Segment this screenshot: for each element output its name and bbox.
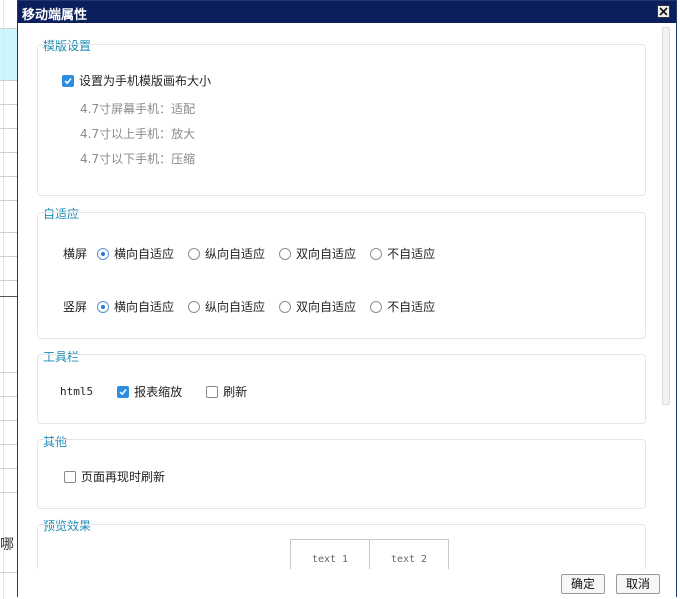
template-panel bbox=[37, 44, 646, 196]
option-label: 不自适应 bbox=[387, 300, 436, 314]
other-row[interactable]: 页面再现时刷新 bbox=[64, 468, 165, 485]
grid-line bbox=[0, 468, 18, 469]
radio-button[interactable] bbox=[279, 247, 292, 260]
adaptive-panel bbox=[37, 212, 646, 339]
grid-line bbox=[0, 200, 18, 201]
landscape-option-none[interactable]: 不自适应 bbox=[370, 245, 435, 262]
portrait-option-vertical[interactable]: 纵向自适应 bbox=[188, 298, 265, 315]
background-sheet-strip: 哪 bbox=[0, 0, 18, 599]
portrait-option-none[interactable]: 不自适应 bbox=[370, 298, 435, 315]
reload-on-show-checkbox[interactable] bbox=[64, 470, 76, 483]
ok-button[interactable]: 确定 bbox=[561, 574, 605, 594]
background-cell-text: 哪 bbox=[0, 537, 14, 553]
radio-button[interactable] bbox=[188, 247, 201, 260]
radio-button[interactable] bbox=[188, 300, 201, 313]
portrait-label: 竖屏 bbox=[63, 300, 88, 314]
grid-line bbox=[0, 372, 18, 373]
grid-line bbox=[0, 492, 18, 493]
preview-cell: text 1 bbox=[290, 539, 370, 569]
mobile-properties-dialog: 移动端属性 模版设置 设置为手机模版画布大小 4.7寸屏幕手机：适配 4.7寸以… bbox=[17, 0, 677, 598]
template-hint: 4.7寸以上手机：放大 bbox=[80, 127, 196, 141]
landscape-option-both[interactable]: 双向自适应 bbox=[279, 245, 356, 262]
landscape-row: 横屏 横向自适应 纵向自适应 双向自适应 不自适应 bbox=[63, 245, 449, 262]
preview-cell-text: text 2 bbox=[390, 554, 428, 565]
template-hint: 4.7寸以下手机：压缩 bbox=[80, 152, 196, 166]
refresh-checkbox-label: 刷新 bbox=[223, 385, 248, 399]
preview-cell: text 2 bbox=[369, 539, 449, 569]
portrait-option-horizontal[interactable]: 横向自适应 bbox=[97, 298, 174, 315]
dialog-footer: 确定 取消 bbox=[18, 569, 676, 598]
landscape-option-horizontal[interactable]: 横向自适应 bbox=[97, 245, 174, 262]
grid-line bbox=[0, 104, 18, 105]
grid-line bbox=[0, 420, 18, 421]
grid-line bbox=[0, 232, 18, 233]
check-icon bbox=[64, 77, 72, 84]
grid-line bbox=[0, 176, 18, 177]
landscape-label: 横屏 bbox=[63, 247, 88, 261]
grid-line bbox=[0, 280, 18, 281]
grid-line bbox=[0, 152, 18, 153]
grid-line bbox=[0, 256, 18, 257]
landscape-option-vertical[interactable]: 纵向自适应 bbox=[188, 245, 265, 262]
option-label: 横向自适应 bbox=[114, 247, 175, 261]
option-label: 纵向自适应 bbox=[205, 247, 266, 261]
grid-line bbox=[0, 396, 18, 397]
vertical-scrollbar[interactable] bbox=[660, 23, 672, 569]
dialog-content: 模版设置 设置为手机模版画布大小 4.7寸屏幕手机：适配 4.7寸以上手机：放大… bbox=[19, 23, 674, 569]
close-icon bbox=[659, 7, 668, 16]
radio-button[interactable] bbox=[279, 300, 292, 313]
radio-button[interactable] bbox=[370, 300, 383, 313]
title-bar[interactable]: 移动端属性 bbox=[18, 1, 676, 23]
zoom-checkbox-label: 报表缩放 bbox=[134, 385, 183, 399]
radio-button[interactable] bbox=[97, 247, 110, 260]
grid-line bbox=[3, 0, 4, 599]
grid-line bbox=[0, 296, 18, 297]
cancel-button[interactable]: 取消 bbox=[616, 574, 660, 594]
reload-on-show-label: 页面再现时刷新 bbox=[81, 470, 166, 484]
close-button[interactable] bbox=[657, 5, 670, 18]
refresh-checkbox[interactable] bbox=[206, 385, 219, 398]
portrait-option-both[interactable]: 双向自适应 bbox=[279, 298, 356, 315]
template-checkbox[interactable] bbox=[62, 74, 74, 87]
template-checkbox-label: 设置为手机模版画布大小 bbox=[79, 74, 212, 88]
option-label: 不自适应 bbox=[387, 247, 436, 261]
grid-line bbox=[0, 128, 18, 129]
option-label: 横向自适应 bbox=[114, 300, 175, 314]
toolbar-row: html5 报表缩放 刷新 bbox=[60, 383, 261, 400]
radio-button[interactable] bbox=[97, 300, 110, 313]
portrait-row: 竖屏 横向自适应 纵向自适应 双向自适应 不自适应 bbox=[63, 298, 449, 315]
grid-line bbox=[0, 572, 18, 573]
preview-cell-text: text 1 bbox=[311, 554, 349, 565]
option-label: 双向自适应 bbox=[296, 247, 357, 261]
check-icon bbox=[119, 388, 127, 395]
grid-line bbox=[0, 80, 18, 81]
dialog-title: 移动端属性 bbox=[22, 8, 88, 23]
scrollbar-thumb[interactable] bbox=[662, 27, 670, 405]
template-hint: 4.7寸屏幕手机：适配 bbox=[80, 102, 196, 116]
grid-line bbox=[0, 444, 18, 445]
toolbar-zoom-option[interactable]: 报表缩放 bbox=[117, 383, 182, 400]
toolbar-refresh-option[interactable]: 刷新 bbox=[206, 383, 247, 400]
template-checkbox-row[interactable]: 设置为手机模版画布大小 bbox=[62, 72, 211, 89]
zoom-checkbox[interactable] bbox=[117, 385, 130, 398]
radio-button[interactable] bbox=[370, 247, 383, 260]
option-label: 纵向自适应 bbox=[205, 300, 266, 314]
toolbar-html5-label: html5 bbox=[60, 385, 94, 398]
option-label: 双向自适应 bbox=[296, 300, 357, 314]
grid-line bbox=[0, 28, 18, 29]
